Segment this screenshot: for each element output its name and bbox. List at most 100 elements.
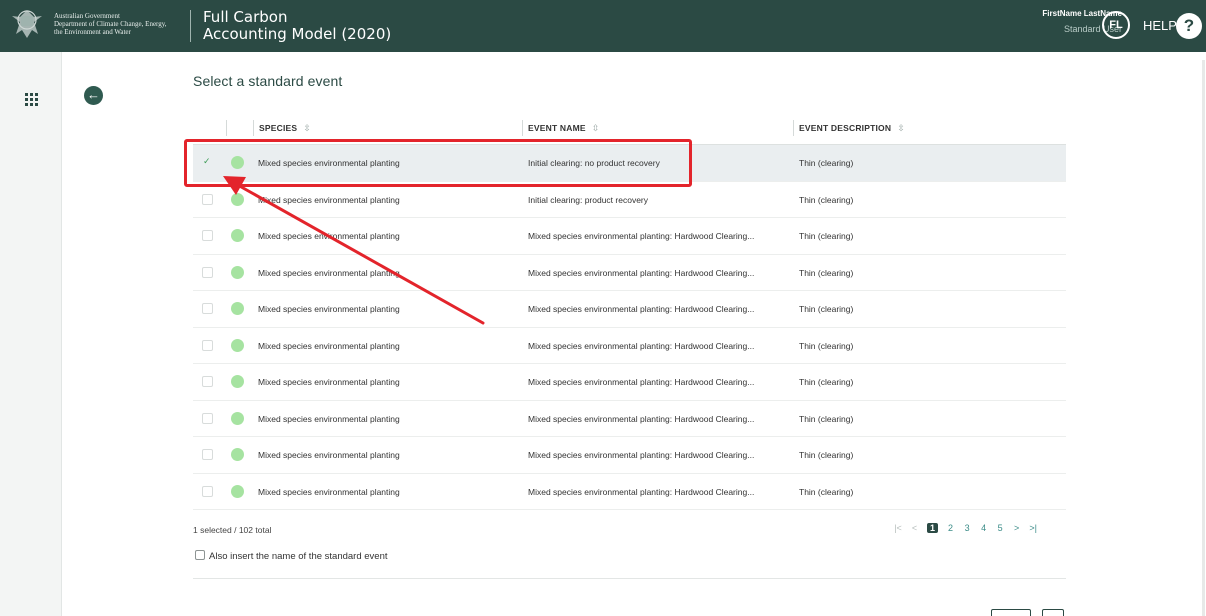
checkbox-box[interactable] — [195, 550, 205, 560]
row-checkbox[interactable] — [202, 193, 213, 205]
cell-event-name: Mixed species environmental planting: Ha… — [528, 304, 755, 314]
app-title-line-2: Accounting Model (2020) — [203, 25, 392, 43]
sort-icon[interactable]: ⇳ — [592, 123, 600, 133]
cell-event-description: Thin (clearing) — [799, 450, 854, 460]
cell-species: Mixed species environmental planting — [258, 267, 400, 278]
page-title: Select a standard event — [193, 73, 343, 89]
also-insert-label: Also insert the name of the standard eve… — [209, 551, 388, 562]
cell-event-name: Mixed species environmental planting: Ha… — [528, 413, 755, 424]
status-dot-icon — [231, 484, 244, 498]
page-button-1[interactable]: 1 — [927, 523, 939, 533]
page-button-5[interactable]: 5 — [996, 523, 1004, 533]
last-page-button[interactable]: >| — [1029, 523, 1037, 533]
gov-line-1: Australian Government — [54, 12, 120, 20]
cell-species: Mixed species environmental planting — [258, 194, 400, 205]
table-row[interactable]: Mixed species environmental planting Mixe… — [193, 364, 1066, 401]
next-page-button[interactable]: > — [1013, 523, 1021, 533]
cell-event-description: Thin (clearing) — [799, 158, 854, 168]
sort-icon[interactable]: ⇳ — [303, 123, 311, 133]
cell-event-description: Thin (clearing) — [799, 194, 854, 205]
row-checkbox[interactable] — [202, 230, 213, 241]
status-dot-icon — [231, 338, 244, 352]
back-button[interactable]: ← — [84, 86, 103, 105]
column-separator — [226, 120, 227, 136]
divider — [193, 578, 1066, 579]
table-row[interactable]: Mixed species environmental planting Mixe… — [193, 401, 1066, 437]
column-header-label: EVENT NAME — [528, 123, 586, 133]
gov-line-2: Department of Climate Change, Energy, — [54, 20, 167, 28]
cell-species: Mixed species environmental planting — [258, 304, 400, 314]
column-header-event-name[interactable]: EVENT NAME ⇳ — [528, 123, 599, 134]
table-row[interactable]: Mixed species environmental planting Mixe… — [193, 291, 1066, 328]
row-checkbox[interactable] — [202, 449, 213, 460]
prev-page-button[interactable]: < — [911, 523, 919, 533]
cell-event-description: Thin (clearing) — [799, 413, 854, 424]
cell-event-name: Mixed species environmental planting: Ha… — [528, 450, 755, 460]
apps-grid-icon[interactable] — [25, 93, 38, 106]
cell-event-name: Initial clearing: product recovery — [528, 194, 649, 205]
table-body: ✓ Mixed species environmental planting Ini… — [193, 145, 1066, 510]
status-dot-icon — [231, 411, 244, 425]
cell-event-name: Mixed species environmental planting: Ha… — [528, 486, 755, 497]
row-checkbox[interactable] — [202, 339, 213, 351]
column-header-event-description[interactable]: EVENT DESCRIPTION ⇳ — [799, 123, 905, 134]
coat-of-arms-icon — [12, 10, 42, 38]
table-row[interactable]: Mixed species environmental planting Mixe… — [193, 437, 1066, 474]
cell-event-description: Thin (clearing) — [799, 267, 854, 278]
sort-icon[interactable]: ⇳ — [897, 123, 905, 133]
column-separator — [522, 120, 523, 136]
table-row[interactable]: Mixed species environmental planting Mixe… — [193, 474, 1066, 510]
page-button-3[interactable]: 3 — [963, 523, 971, 533]
cell-species: Mixed species environmental planting — [258, 450, 400, 460]
status-dot-icon — [231, 375, 244, 388]
app-title-line-1: Full Carbon — [203, 8, 288, 26]
app-header: Australian Government Department of Clim… — [0, 0, 1206, 52]
pagination: |< < 1 2 3 4 5 > >| — [891, 523, 1040, 533]
table-row[interactable]: Mixed species environmental planting Mixe… — [193, 255, 1066, 291]
cell-species: Mixed species environmental planting — [258, 340, 400, 351]
cell-event-name: Mixed species environmental planting: Ha… — [528, 231, 755, 241]
app-title[interactable]: Full Carbon Accounting Model (2020) — [203, 9, 391, 43]
scrollbar[interactable] — [1202, 60, 1205, 616]
selection-summary: 1 selected / 102 total — [193, 525, 272, 535]
footer-button-primary[interactable] — [1042, 609, 1064, 616]
row-checkbox[interactable] — [202, 266, 213, 278]
cell-event-name: Mixed species environmental planting: Ha… — [528, 267, 755, 278]
column-header-species[interactable]: SPECIES ⇳ — [259, 123, 311, 134]
table-row[interactable]: Mixed species environmental planting Mixe… — [193, 328, 1066, 364]
first-page-button[interactable]: |< — [894, 523, 902, 533]
cell-event-description: Thin (clearing) — [799, 304, 854, 314]
cell-species: Mixed species environmental planting — [258, 377, 400, 387]
row-checkbox[interactable] — [202, 412, 213, 424]
status-dot-icon — [231, 302, 244, 315]
status-dot-icon — [231, 265, 244, 279]
table-row[interactable]: Mixed species environmental planting Mixe… — [193, 218, 1066, 255]
status-dot-icon — [231, 229, 244, 242]
app-window: Australian Government Department of Clim… — [0, 0, 1206, 616]
footer-button-secondary[interactable] — [991, 609, 1031, 616]
status-dot-icon — [231, 192, 244, 206]
avatar[interactable]: FL — [1102, 11, 1130, 39]
header-divider — [190, 10, 191, 42]
cell-event-description: Thin (clearing) — [799, 377, 854, 387]
cell-event-description: Thin (clearing) — [799, 486, 854, 497]
page-button-2[interactable]: 2 — [947, 523, 955, 533]
cell-event-description: Thin (clearing) — [799, 340, 854, 351]
cell-event-name: Mixed species environmental planting: Ha… — [528, 340, 755, 351]
also-insert-checkbox[interactable]: Also insert the name of the standard eve… — [195, 550, 388, 562]
government-branding: Australian Government Department of Clim… — [54, 12, 184, 36]
left-sidebar — [0, 52, 62, 616]
cell-event-name: Mixed species environmental planting: Ha… — [528, 377, 755, 387]
cell-species: Mixed species environmental planting — [258, 413, 400, 424]
column-header-label: SPECIES — [259, 123, 298, 133]
help-label[interactable]: HELP — [1143, 18, 1177, 33]
row-checkbox[interactable] — [202, 303, 213, 314]
gov-line-3: the Environment and Water — [54, 28, 131, 36]
cell-species: Mixed species environmental planting — [258, 231, 400, 241]
row-checkbox[interactable] — [202, 376, 213, 387]
page-button-4[interactable]: 4 — [980, 523, 988, 533]
help-icon[interactable]: ? — [1176, 13, 1202, 39]
cell-species: Mixed species environmental planting — [258, 486, 400, 497]
annotation-highlight-box — [184, 139, 692, 187]
row-checkbox[interactable] — [202, 485, 213, 497]
